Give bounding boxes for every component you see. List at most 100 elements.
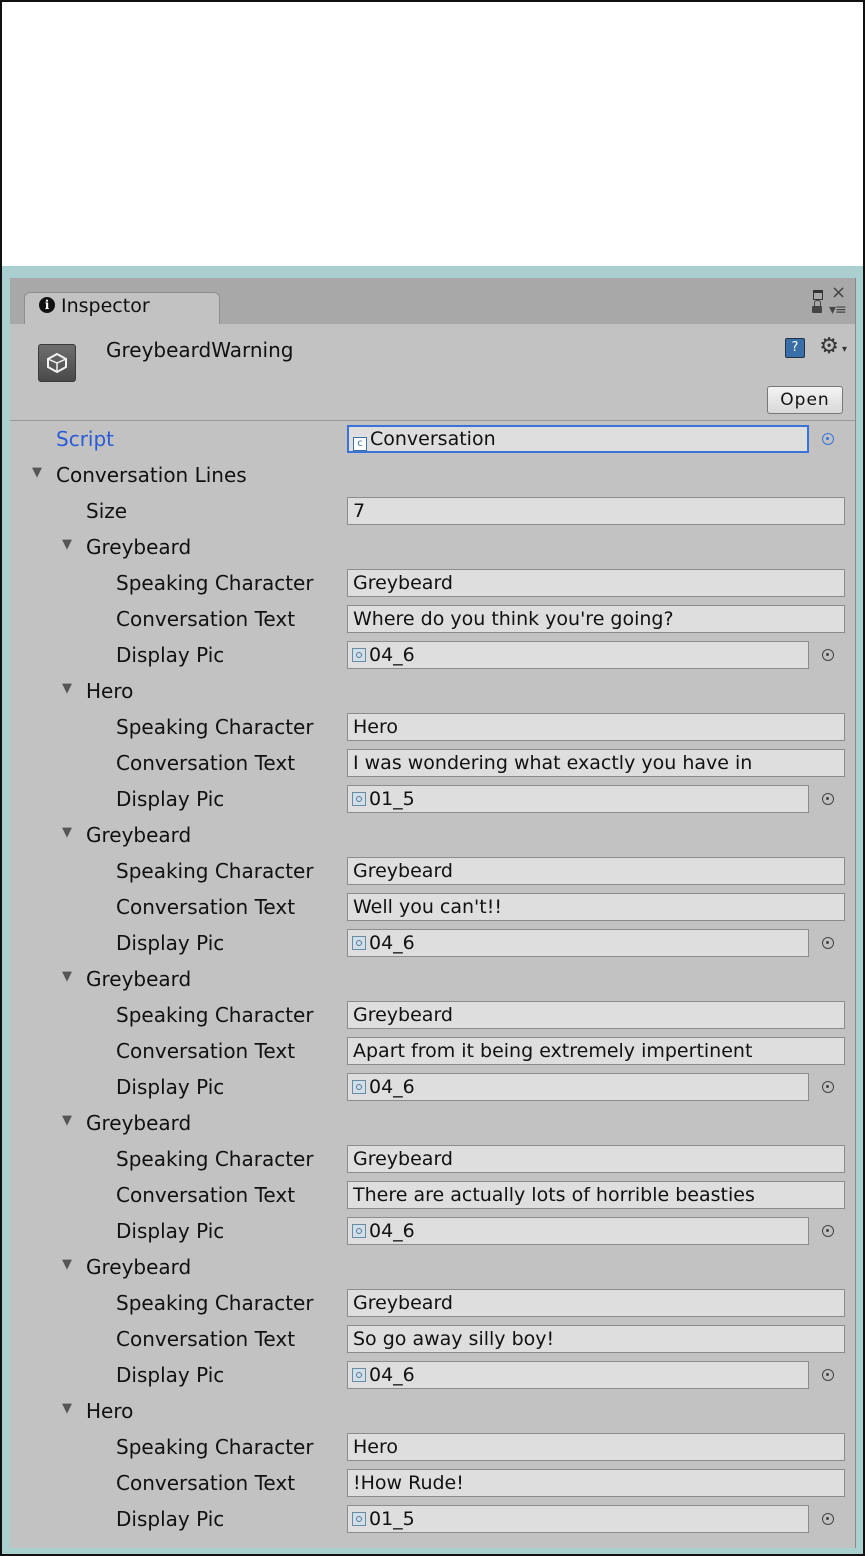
foldout-arrow-icon[interactable]: ▼: [62, 537, 72, 552]
speaking-character-label: Speaking Character: [116, 859, 314, 883]
conversation-text-field[interactable]: There are actually lots of horrible beas…: [347, 1181, 845, 1209]
conversation-text-field[interactable]: !How Rude!: [347, 1469, 845, 1497]
sprite-icon: [352, 1224, 366, 1238]
conversation-text-field[interactable]: Apart from it being extremely impertinen…: [347, 1037, 845, 1065]
element-foldout[interactable]: ▼ Hero: [10, 1393, 855, 1429]
help-icon[interactable]: ?: [785, 338, 805, 358]
display-pic-label: Display Pic: [116, 1075, 225, 1099]
lock-icon[interactable]: [812, 300, 822, 313]
speaking-character-label: Speaking Character: [116, 1147, 314, 1171]
object-picker-icon[interactable]: [822, 649, 834, 661]
display-pic-field[interactable]: 04_6: [347, 641, 809, 669]
element-title: Greybeard: [86, 967, 192, 991]
unity-asset-icon: [38, 344, 76, 382]
object-picker-icon[interactable]: [822, 1369, 834, 1381]
conversation-text-row: Conversation Text !How Rude!: [10, 1465, 855, 1501]
display-pic-label: Display Pic: [116, 931, 225, 955]
display-pic-value: 04_6: [369, 644, 415, 666]
inspector-panel: i Inspector × ▾≡ GreybeardWarning ? ⚙ Op…: [2, 266, 863, 1554]
maximize-icon[interactable]: [813, 290, 823, 300]
conversation-text-field[interactable]: Where do you think you're going?: [347, 605, 845, 633]
display-pic-value: 01_5: [369, 1508, 415, 1530]
display-pic-value: 04_6: [369, 1220, 415, 1242]
conversation-text-row: Conversation Text Well you can't!!: [10, 889, 855, 925]
element-foldout[interactable]: ▼ Greybeard: [10, 529, 855, 565]
conversation-text-label: Conversation Text: [116, 1327, 296, 1351]
element-foldout[interactable]: ▼ Greybeard: [10, 1105, 855, 1141]
foldout-arrow-icon[interactable]: ▼: [62, 1401, 72, 1416]
conversation-text-field[interactable]: Well you can't!!: [347, 893, 845, 921]
display-pic-row: Display Pic 04_6: [10, 925, 855, 961]
speaking-character-row: Speaking Character Greybeard: [10, 997, 855, 1033]
display-pic-label: Display Pic: [116, 1363, 225, 1387]
speaking-character-field[interactable]: Hero: [347, 1433, 845, 1461]
element-title: Hero: [86, 1399, 134, 1423]
open-button[interactable]: Open: [767, 386, 843, 414]
gear-icon[interactable]: ⚙: [819, 334, 846, 359]
conversation-text-field[interactable]: So go away silly boy!: [347, 1325, 845, 1353]
inspector-content: i Inspector × ▾≡ GreybeardWarning ? ⚙ Op…: [10, 278, 856, 1548]
panel-menu-icon[interactable]: ▾≡: [829, 302, 847, 318]
csharp-script-icon: c: [353, 437, 367, 451]
foldout-arrow-icon[interactable]: ▼: [62, 1113, 72, 1128]
display-pic-field[interactable]: 04_6: [347, 929, 809, 957]
element-foldout[interactable]: ▼ Greybeard: [10, 961, 855, 997]
foldout-arrow-icon[interactable]: ▼: [62, 681, 72, 696]
speaking-character-label: Speaking Character: [116, 1003, 314, 1027]
element-foldout[interactable]: ▼ Greybeard: [10, 1249, 855, 1285]
object-picker-icon[interactable]: [822, 1225, 834, 1237]
script-value: Conversation: [370, 428, 496, 450]
foldout-arrow-icon[interactable]: ▼: [62, 1257, 72, 1272]
element-title: Greybeard: [86, 1111, 192, 1135]
speaking-character-field[interactable]: Greybeard: [347, 857, 845, 885]
tab-strip: i Inspector × ▾≡: [10, 278, 855, 325]
script-field[interactable]: c Conversation: [347, 425, 809, 453]
speaking-character-label: Speaking Character: [116, 1435, 314, 1459]
script-label: Script: [56, 427, 115, 451]
inspector-header: GreybeardWarning ? ⚙ Open: [10, 324, 855, 421]
speaking-character-field[interactable]: Greybeard: [347, 1289, 845, 1317]
display-pic-row: Display Pic 01_5: [10, 781, 855, 817]
display-pic-label: Display Pic: [116, 1507, 225, 1531]
speaking-character-row: Speaking Character Greybeard: [10, 1141, 855, 1177]
conversation-text-row: Conversation Text I was wondering what ex…: [10, 745, 855, 781]
conversation-text-field[interactable]: I was wondering what exactly you have in: [347, 749, 845, 777]
display-pic-field[interactable]: 04_6: [347, 1361, 809, 1389]
object-picker-icon[interactable]: [822, 1081, 834, 1093]
conversation-text-row: Conversation Text There are actually lots…: [10, 1177, 855, 1213]
display-pic-label: Display Pic: [116, 787, 225, 811]
speaking-character-row: Speaking Character Hero: [10, 709, 855, 745]
tab-inspector[interactable]: i Inspector: [24, 292, 220, 325]
script-row: Script c Conversation: [10, 421, 855, 457]
object-picker-icon[interactable]: [822, 433, 834, 445]
sprite-icon: [352, 1368, 366, 1382]
conversation-lines-row[interactable]: ▼ Conversation Lines: [10, 457, 855, 493]
display-pic-row: Display Pic 04_6: [10, 1069, 855, 1105]
foldout-arrow-icon[interactable]: ▼: [62, 825, 72, 840]
display-pic-field[interactable]: 01_5: [347, 785, 809, 813]
object-picker-icon[interactable]: [822, 937, 834, 949]
window-buttons: × ▾≡: [807, 282, 847, 320]
conversation-text-label: Conversation Text: [116, 895, 296, 919]
speaking-character-field[interactable]: Hero: [347, 713, 845, 741]
element-foldout[interactable]: ▼ Hero: [10, 673, 855, 709]
display-pic-row: Display Pic 04_6: [10, 1213, 855, 1249]
display-pic-value: 01_5: [369, 788, 415, 810]
display-pic-field[interactable]: 04_6: [347, 1217, 809, 1245]
foldout-arrow-icon[interactable]: ▼: [32, 465, 42, 480]
sprite-icon: [352, 1512, 366, 1526]
speaking-character-field[interactable]: Greybeard: [347, 1001, 845, 1029]
speaking-character-field[interactable]: Greybeard: [347, 569, 845, 597]
size-row: Size 7: [10, 493, 855, 529]
conversation-text-row: Conversation Text Apart from it being ext…: [10, 1033, 855, 1069]
element-foldout[interactable]: ▼ Greybeard: [10, 817, 855, 853]
display-pic-row: Display Pic 01_5: [10, 1501, 855, 1537]
close-icon[interactable]: ×: [831, 282, 846, 303]
foldout-arrow-icon[interactable]: ▼: [62, 969, 72, 984]
speaking-character-field[interactable]: Greybeard: [347, 1145, 845, 1173]
size-field[interactable]: 7: [347, 497, 845, 525]
display-pic-field[interactable]: 04_6: [347, 1073, 809, 1101]
object-picker-icon[interactable]: [822, 1513, 834, 1525]
object-picker-icon[interactable]: [822, 793, 834, 805]
display-pic-field[interactable]: 01_5: [347, 1505, 809, 1533]
